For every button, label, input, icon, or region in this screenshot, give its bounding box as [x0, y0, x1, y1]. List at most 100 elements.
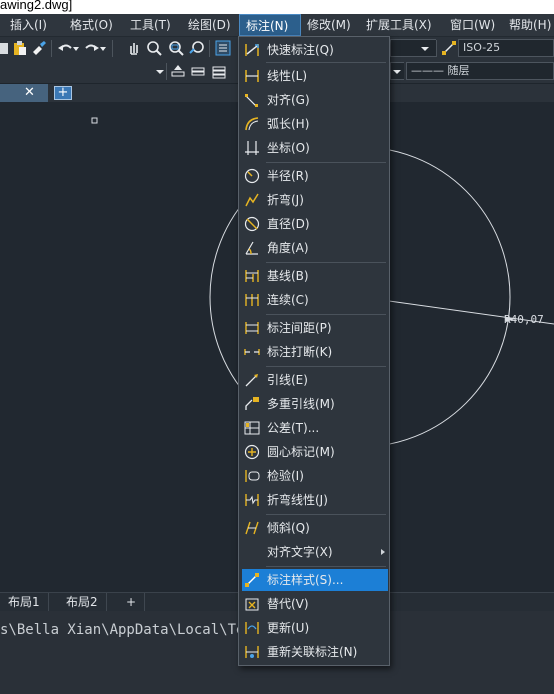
- menu-item-tolerance[interactable]: 公差(T)...: [239, 417, 389, 439]
- menu-item-dimension-style[interactable]: 标注样式(S)...: [242, 569, 388, 591]
- menu-separator: [266, 162, 386, 163]
- ucs-marker: [91, 117, 98, 124]
- menu-item-jogged[interactable]: 折弯(J): [239, 189, 389, 211]
- layer-dropdown-arrow-icon[interactable]: [155, 64, 165, 80]
- menu-item-ordinate[interactable]: 坐标(O): [239, 137, 389, 159]
- dimension-break-icon: [244, 349, 260, 355]
- menu-item-aligned[interactable]: 对齐(G): [239, 89, 389, 111]
- menu-item-label: 折弯(J): [267, 193, 304, 207]
- menu-item-angular[interactable]: 角度(A): [239, 237, 389, 259]
- dimension-style-toolbar-icon[interactable]: [441, 40, 457, 56]
- radius-dimension-icon: [244, 168, 260, 184]
- layer-manager-icon[interactable]: [211, 63, 227, 79]
- dimension-space-icon: [245, 322, 259, 334]
- menu-item-override[interactable]: 替代(V): [239, 593, 389, 615]
- toolbar-separator: [166, 63, 167, 80]
- menu-item-reassociate[interactable]: 重新关联标注(N): [239, 641, 389, 663]
- menu-item-baseline[interactable]: 基线(B): [239, 265, 389, 287]
- document-tab[interactable]: ✕: [0, 84, 48, 102]
- jogged-linear-icon: [245, 494, 259, 506]
- menu-item-radius[interactable]: 半径(R): [239, 165, 389, 187]
- pan-icon[interactable]: [126, 40, 142, 56]
- layout-tab-1[interactable]: 布局1: [0, 593, 49, 611]
- menu-item-diameter[interactable]: 直径(D): [239, 213, 389, 235]
- menu-item-linear[interactable]: 线性(L): [239, 65, 389, 87]
- menu-bar: 插入(I) 格式(O) 工具(T) 绘图(D) 标注(N) 修改(M) 扩展工具…: [0, 14, 554, 37]
- aligned-dimension-icon: [245, 94, 258, 107]
- menu-item-label: 折弯线性(J): [267, 493, 328, 507]
- window-title-bar: awing2.dwg]: [0, 0, 554, 14]
- menu-item-arc-length[interactable]: 弧长(H): [239, 113, 389, 135]
- dimension-text: R40,07: [504, 313, 544, 326]
- menu-item-leader[interactable]: 引线(E): [239, 369, 389, 391]
- center-mark-icon: [244, 444, 260, 460]
- menu-window[interactable]: 窗口(W): [444, 14, 501, 36]
- layout-tab-2[interactable]: 布局2: [58, 593, 107, 611]
- menu-item-label: 角度(A): [267, 241, 309, 255]
- menu-item-label: 多重引线(M): [267, 397, 335, 411]
- menu-item-label: 倾斜(Q): [267, 521, 310, 535]
- submenu-arrow-icon: [381, 549, 385, 555]
- match-properties-icon[interactable]: [31, 40, 47, 56]
- menu-help[interactable]: 帮助(H): [503, 14, 554, 36]
- close-tab-icon[interactable]: ✕: [24, 84, 35, 102]
- menu-item-label: 坐标(O): [267, 141, 310, 155]
- layer-states-icon[interactable]: [190, 63, 206, 79]
- menu-draw[interactable]: 绘图(D): [182, 14, 237, 36]
- menu-item-jogged-linear[interactable]: 折弯线性(J): [239, 489, 389, 511]
- redo-icon[interactable]: [84, 40, 100, 56]
- menu-item-dimension-space[interactable]: 标注间距(P): [239, 317, 389, 339]
- multileader-icon: [245, 397, 259, 410]
- dimension-style-icon: [245, 573, 259, 587]
- new-tab-button[interactable]: +: [54, 86, 72, 100]
- menu-item-multileader[interactable]: 多重引线(M): [239, 393, 389, 415]
- quick-dimension-icon: [245, 44, 259, 56]
- reassociate-icon: [245, 646, 259, 658]
- menu-item-label: 更新(U): [267, 621, 310, 635]
- combo-dropdown-arrow-icon[interactable]: [420, 41, 430, 57]
- menu-item-inspection[interactable]: 检验(I): [239, 465, 389, 487]
- diameter-dimension-icon: [244, 216, 260, 232]
- menu-item-center-mark[interactable]: 圆心标记(M): [239, 441, 389, 463]
- layer-previous-icon[interactable]: [170, 63, 186, 79]
- zoom-previous-icon[interactable]: [189, 40, 205, 56]
- menu-item-label: 线性(L): [267, 69, 308, 83]
- menu-format[interactable]: 格式(O): [64, 14, 119, 36]
- linetype-combo[interactable]: ——— 随层: [406, 62, 554, 80]
- redo-dropdown-arrow-icon[interactable]: [99, 40, 107, 56]
- menu-extension-tools[interactable]: 扩展工具(X): [360, 14, 438, 36]
- dim-style-combo[interactable]: ISO-25: [458, 39, 554, 57]
- menu-item-quick-dimension[interactable]: 快速标注(Q): [239, 39, 389, 61]
- menu-modify[interactable]: 修改(M): [301, 14, 357, 36]
- menu-item-update[interactable]: 更新(U): [239, 617, 389, 639]
- zoom-realtime-icon[interactable]: [146, 40, 162, 56]
- paste-icon[interactable]: [12, 40, 28, 56]
- menu-separator: [266, 566, 386, 567]
- menu-insert[interactable]: 插入(I): [4, 14, 53, 36]
- color-dropdown-arrow-icon[interactable]: [392, 64, 402, 80]
- menu-item-continue[interactable]: 连续(C): [239, 289, 389, 311]
- override-icon: [245, 598, 259, 611]
- leader-icon: [245, 374, 258, 387]
- toolbar-separator: [436, 40, 437, 57]
- zoom-window-icon[interactable]: [168, 40, 184, 56]
- plus-icon: +: [57, 85, 69, 100]
- angular-dimension-icon: [245, 241, 258, 255]
- properties-icon[interactable]: [215, 40, 231, 56]
- menu-item-label: 引线(E): [267, 373, 308, 387]
- menu-tools[interactable]: 工具(T): [124, 14, 177, 36]
- add-layout-button[interactable]: +: [118, 593, 146, 611]
- menu-item-oblique[interactable]: 倾斜(Q): [239, 517, 389, 539]
- toolbar-separator: [209, 40, 210, 57]
- menu-item-dimension-break[interactable]: 标注打断(K): [239, 341, 389, 363]
- menu-dimension[interactable]: 标注(N): [239, 14, 301, 36]
- menu-item-label: 重新关联标注(N): [267, 645, 358, 659]
- menu-item-align-text[interactable]: 对齐文字(X): [239, 541, 389, 563]
- jogged-dimension-icon: [245, 193, 259, 207]
- undo-icon[interactable]: [57, 40, 73, 56]
- menu-item-label: 圆心标记(M): [267, 445, 335, 459]
- undo-dropdown-arrow-icon[interactable]: [72, 40, 80, 56]
- menu-item-label: 标注样式(S)...: [267, 573, 344, 587]
- toolbar-separator: [112, 40, 113, 57]
- arc-length-icon: [245, 117, 259, 131]
